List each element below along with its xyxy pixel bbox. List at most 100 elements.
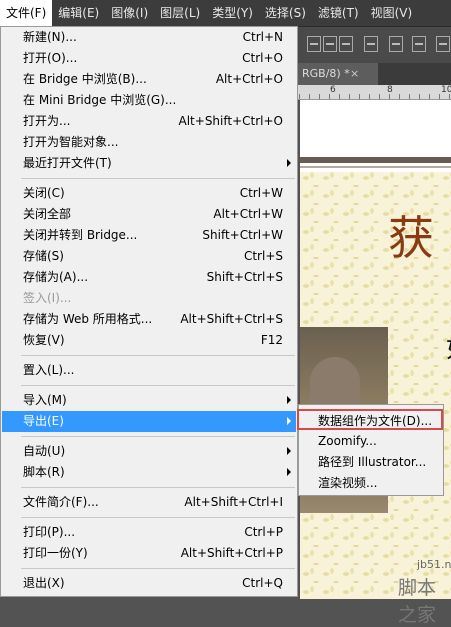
watermark-url: jb51.net <box>417 558 451 571</box>
document-tab[interactable]: RGB/8) * <box>298 63 378 85</box>
menu-item-browse-mini-bridge[interactable]: 在 Mini Bridge 中浏览(G)... <box>2 90 296 111</box>
distribute-icon[interactable] <box>436 36 450 52</box>
menu-image[interactable]: 图像(I) <box>105 0 154 26</box>
menu-item-shortcut: Ctrl+W <box>239 186 283 200</box>
menu-filter[interactable]: 滤镜(T) <box>312 0 365 26</box>
menu-item-shortcut: Alt+Shift+Ctrl+O <box>178 114 283 128</box>
submenu-arrow-icon <box>287 159 291 167</box>
menu-separator <box>21 385 295 386</box>
menu-item-label: 签入(I)... <box>23 291 72 305</box>
menu-item-save-for-web[interactable]: 存储为 Web 所用格式... Alt+Shift+Ctrl+S <box>2 309 296 330</box>
border-stripe <box>300 157 451 163</box>
menu-item-label: 脚本(R) <box>23 465 65 479</box>
menu-item-label: 在 Mini Bridge 中浏览(G)... <box>23 93 177 107</box>
menu-item-file-info[interactable]: 文件简介(F)... Alt+Shift+Ctrl+I <box>2 492 296 513</box>
menu-type[interactable]: 类型(Y) <box>206 0 259 26</box>
align-left-icon[interactable] <box>364 36 378 52</box>
menu-item-import[interactable]: 导入(M) <box>2 390 296 411</box>
document-canvas[interactable]: 获 如 jb51.net 脚本之家 <box>300 100 451 626</box>
menu-item-shortcut: Ctrl+P <box>244 525 283 539</box>
menu-item-close[interactable]: 关闭(C) Ctrl+W <box>2 183 296 204</box>
menu-item-check-in: 签入(I)... <box>2 288 296 309</box>
menu-separator <box>21 568 295 569</box>
submenu-arrow-icon <box>287 447 291 455</box>
menu-item-label: 自动(U) <box>23 444 66 458</box>
menu-item-label: 退出(X) <box>23 576 65 590</box>
menu-item-export[interactable]: 导出(E) <box>2 411 296 432</box>
menu-item-new[interactable]: 新建(N)... Ctrl+N <box>2 27 296 48</box>
menu-item-label: 存储为 Web 所用格式... <box>23 312 153 326</box>
menu-item-exit[interactable]: 退出(X) Ctrl+Q <box>2 573 296 594</box>
menu-item-scripts[interactable]: 脚本(R) <box>2 462 296 483</box>
menu-item-shortcut: Alt+Ctrl+O <box>215 72 283 86</box>
menu-item-shortcut: Alt+Shift+Ctrl+P <box>180 546 283 560</box>
submenu-arrow-icon <box>287 468 291 476</box>
menu-item-shortcut: Ctrl+O <box>242 51 283 65</box>
menu-item-label: 打印一份(Y) <box>23 546 88 560</box>
menu-item-label: 新建(N)... <box>23 30 77 44</box>
menu-separator <box>21 178 295 179</box>
menu-item-save-as[interactable]: 存储为(A)... Shift+Ctrl+S <box>2 267 296 288</box>
ruler-label: 6 <box>330 85 336 95</box>
menu-item-shortcut: F12 <box>260 333 283 347</box>
menu-edit[interactable]: 编辑(E) <box>52 0 105 26</box>
submenu-item-zoomify[interactable]: Zoomify... <box>299 431 443 452</box>
side-character: 如 <box>446 328 451 365</box>
menu-item-label: 导入(M) <box>23 393 67 407</box>
menu-item-open-smart-object[interactable]: 打开为智能对象... <box>2 132 296 153</box>
align-top-icon[interactable] <box>307 36 321 52</box>
menu-item-recent-files[interactable]: 最近打开文件(T) <box>2 153 296 174</box>
menu-item-close-go-bridge[interactable]: 关闭并转到 Bridge... Shift+Ctrl+W <box>2 225 296 246</box>
watermark-site: 脚本之家 <box>398 577 437 626</box>
menu-item-label: 关闭全部 <box>23 207 72 221</box>
ruler-label: 10 <box>441 85 451 95</box>
menu-item-print-one[interactable]: 打印一份(Y) Alt+Shift+Ctrl+P <box>2 543 296 564</box>
menu-item-shortcut: Ctrl+Q <box>242 576 283 590</box>
submenu-item-paths-to-illustrator[interactable]: 路径到 Illustrator... <box>299 452 443 473</box>
submenu-arrow-icon <box>287 396 291 404</box>
align-bottom-icon[interactable] <box>339 36 353 52</box>
submenu-item-label: 渲染视频... <box>318 476 378 490</box>
menu-item-label: 关闭并转到 Bridge... <box>23 228 138 242</box>
menu-separator <box>21 487 295 488</box>
export-submenu: 数据组作为文件(D)... Zoomify... 路径到 Illustrator… <box>297 404 444 496</box>
submenu-item-label: 路径到 Illustrator... <box>318 455 427 469</box>
menu-item-label: 最近打开文件(T) <box>23 156 112 170</box>
menu-item-shortcut: Alt+Shift+Ctrl+I <box>184 495 283 509</box>
submenu-item-label: 数据组作为文件(D)... <box>318 414 433 428</box>
menu-item-label: 在 Bridge 中浏览(B)... <box>23 72 147 86</box>
menu-item-save[interactable]: 存储(S) Ctrl+S <box>2 246 296 267</box>
align-right-icon[interactable] <box>412 36 426 52</box>
menu-item-label: 存储(S) <box>23 249 64 263</box>
menu-select[interactable]: 选择(S) <box>259 0 312 26</box>
menu-item-close-all[interactable]: 关闭全部 Alt+Ctrl+W <box>2 204 296 225</box>
menu-item-label: 恢复(V) <box>23 333 65 347</box>
file-menu: 新建(N)... Ctrl+N 打开(O)... Ctrl+O 在 Bridge 中… <box>0 26 298 597</box>
menu-view[interactable]: 视图(V) <box>365 0 419 26</box>
submenu-item-render-video[interactable]: 渲染视频... <box>299 473 443 494</box>
menu-item-label: 打开为... <box>23 114 71 128</box>
menu-file[interactable]: 文件(F) <box>0 0 53 26</box>
menu-item-open[interactable]: 打开(O)... Ctrl+O <box>2 48 296 69</box>
menu-item-shortcut: Ctrl+N <box>242 30 283 44</box>
menu-item-shortcut: Alt+Ctrl+W <box>213 207 283 221</box>
menu-item-place[interactable]: 置入(L)... <box>2 360 296 381</box>
align-hcenter-icon[interactable] <box>389 36 403 52</box>
menu-item-label: 打印(P)... <box>23 525 76 539</box>
submenu-item-label: Zoomify... <box>318 434 377 448</box>
menu-item-automate[interactable]: 自动(U) <box>2 441 296 462</box>
menu-item-shortcut: Shift+Ctrl+W <box>202 228 283 242</box>
submenu-item-data-sets-as-files[interactable]: 数据组作为文件(D)... <box>297 409 443 430</box>
submenu-arrow-icon <box>287 417 291 425</box>
menu-item-open-as[interactable]: 打开为... Alt+Shift+Ctrl+O <box>2 111 296 132</box>
menu-item-revert[interactable]: 恢复(V) F12 <box>2 330 296 351</box>
menu-item-browse-bridge[interactable]: 在 Bridge 中浏览(B)... Alt+Ctrl+O <box>2 69 296 90</box>
menu-item-label: 打开为智能对象... <box>23 135 119 149</box>
ruler-label: 8 <box>387 85 393 95</box>
menu-item-print[interactable]: 打印(P)... Ctrl+P <box>2 522 296 543</box>
menu-item-label: 打开(O)... <box>23 51 78 65</box>
menu-bar: 文件(F) 编辑(E) 图像(I) 图层(L) 类型(Y) 选择(S) 滤镜(T… <box>0 0 451 27</box>
align-vcenter-icon[interactable] <box>323 36 337 52</box>
close-icon[interactable]: × <box>350 63 359 85</box>
menu-layer[interactable]: 图层(L) <box>154 0 206 26</box>
